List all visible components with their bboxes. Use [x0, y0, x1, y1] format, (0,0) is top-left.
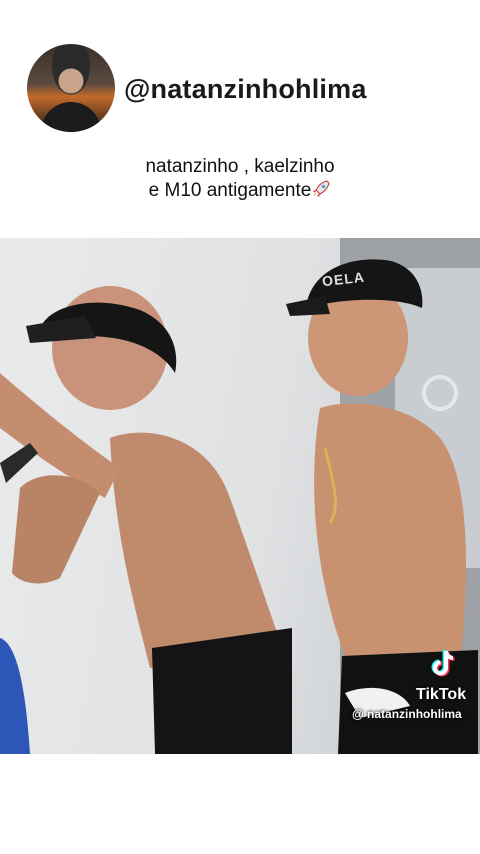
tiktok-watermark-user: @ natanzinhohlima: [352, 707, 462, 721]
video-scene: [0, 238, 480, 754]
caption-line-2: e M10 antigamente: [0, 179, 480, 203]
tiktok-watermark-brand: TikTok: [416, 686, 467, 703]
post-header: @natanzinhohlima natanzinho , kaelzinho …: [0, 0, 480, 238]
post-footer: [0, 754, 480, 854]
username-handle[interactable]: @natanzinhohlima: [124, 74, 367, 105]
rocket-icon: [313, 180, 330, 197]
left-person: [0, 286, 292, 754]
avatar-figure: [41, 102, 101, 132]
caption-line-1: natanzinho , kaelzinho: [145, 156, 335, 177]
blue-object: [0, 638, 30, 754]
profile-avatar[interactable]: [27, 44, 115, 132]
tiktok-icon: [431, 649, 455, 677]
caption-line-2-text: e M10 antigamente: [148, 180, 312, 201]
post-caption: natanzinho , kaelzinho e M10 antigamente: [0, 155, 480, 203]
video-frame[interactable]: OELA: [0, 238, 480, 754]
